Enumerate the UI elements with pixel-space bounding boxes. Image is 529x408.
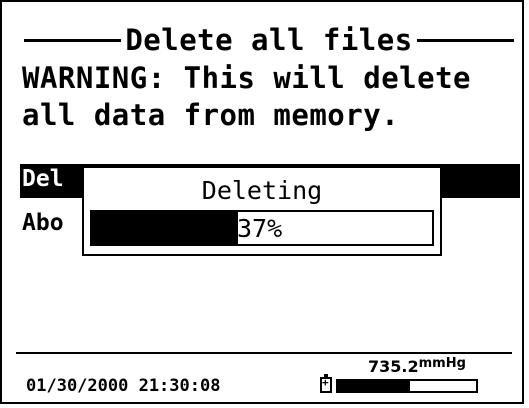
- deleting-dialog: Deleting 37%: [82, 166, 442, 256]
- header-rule-left: [24, 38, 122, 42]
- warning-message: WARNING: This will delete all data from …: [22, 60, 517, 134]
- pressure-value: 735.2: [368, 357, 419, 376]
- device-screen: Delete all files WARNING: This will dele…: [0, 0, 524, 404]
- menu-item-abort[interactable]: Abo: [22, 208, 64, 238]
- battery-level: [336, 379, 478, 393]
- warning-line-1: WARNING: This will delete: [22, 61, 471, 95]
- header-rule-right: [416, 38, 515, 42]
- date-time: 01/30/2000 21:30:08: [26, 376, 221, 396]
- battery-icon: [320, 374, 332, 393]
- screen-title: Delete all files: [125, 23, 413, 57]
- screen-header: Delete all files: [24, 22, 515, 58]
- warning-line-2: all data from memory.: [22, 98, 400, 132]
- progress-bar: 37%: [90, 210, 434, 246]
- progress-percent: 37%: [237, 214, 283, 243]
- battery-fill: [338, 381, 410, 391]
- dialog-title: Deleting: [201, 176, 323, 205]
- barometric-pressure: 735.2mmHg: [368, 354, 466, 377]
- progress-fill: [92, 212, 239, 244]
- pressure-unit: mmHg: [418, 356, 466, 371]
